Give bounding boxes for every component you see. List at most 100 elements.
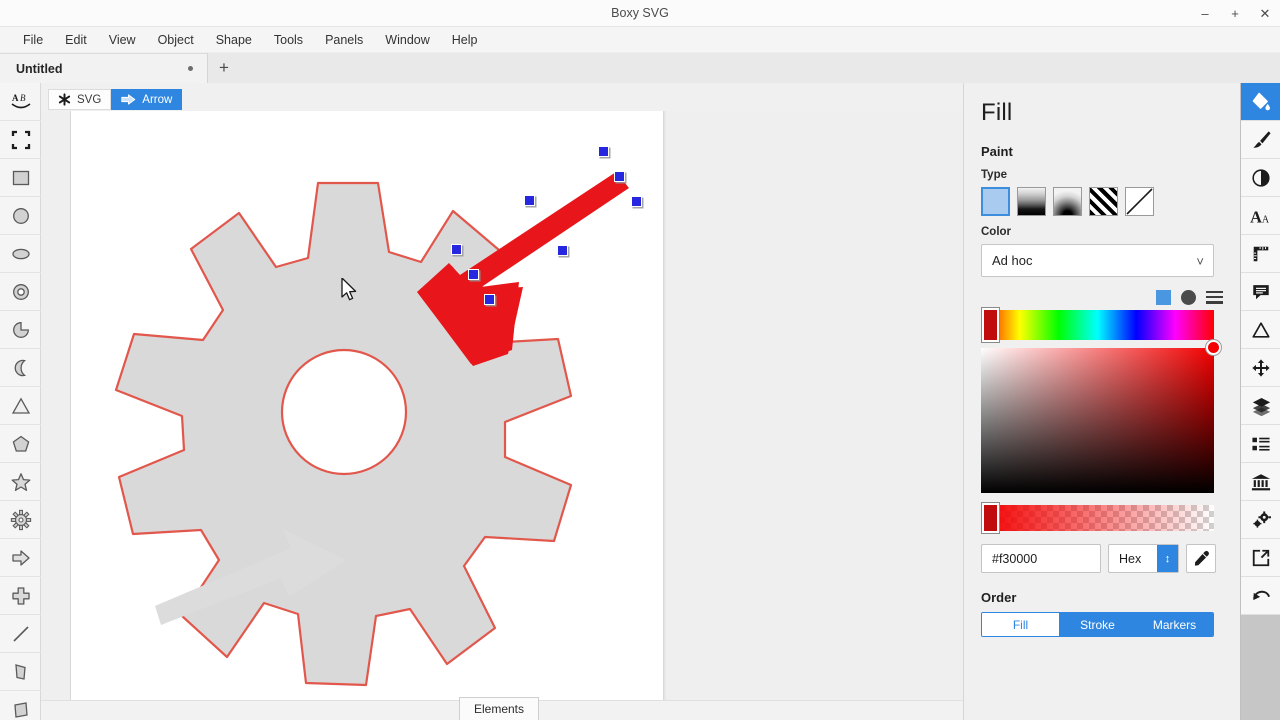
minimize-button[interactable]: – <box>1196 5 1214 23</box>
menu-tools[interactable]: Tools <box>263 30 314 50</box>
color-format-value: Hex <box>1119 551 1142 566</box>
selection-handle[interactable] <box>557 245 568 256</box>
new-tab-button[interactable]: + <box>208 53 240 83</box>
layers-icon <box>1252 397 1270 416</box>
panel-tab-export[interactable] <box>1241 539 1280 577</box>
circle-tool[interactable] <box>0 197 41 235</box>
svg-text:A: A <box>1250 207 1262 226</box>
selection-handle[interactable] <box>598 146 609 157</box>
cross-tool[interactable] <box>0 577 41 615</box>
pie-tool[interactable] <box>0 311 41 349</box>
selection-handle[interactable] <box>614 171 625 182</box>
line-tool[interactable] <box>0 615 41 653</box>
solid-paint-type-swatch[interactable] <box>981 187 1010 216</box>
panel-tab-comments[interactable] <box>1241 273 1280 311</box>
sliders-mode-button[interactable] <box>1206 290 1223 304</box>
list-icon <box>1252 437 1270 451</box>
arrow-right-icon <box>11 549 30 566</box>
triangle-tool[interactable] <box>0 387 41 425</box>
order-option-stroke[interactable]: Stroke <box>1059 613 1136 636</box>
color-source-select[interactable]: Ad hoc ˅ <box>981 244 1214 277</box>
menu-help[interactable]: Help <box>441 30 489 50</box>
pentagon-icon <box>12 435 29 452</box>
document-tab-untitled[interactable]: Untitled <box>0 53 208 83</box>
hex-input[interactable]: #f30000 <box>981 544 1101 573</box>
panel-tab-library[interactable] <box>1241 463 1280 501</box>
arrow-tool[interactable] <box>0 539 41 577</box>
pattern-paint-type-swatch[interactable] <box>1089 187 1118 216</box>
panel-tab-fill[interactable] <box>1241 83 1280 121</box>
panel-tab-history[interactable] <box>1241 577 1280 615</box>
panel-tab-transform[interactable] <box>1241 349 1280 387</box>
selection-handle[interactable] <box>631 196 642 207</box>
menu-file[interactable]: File <box>12 30 54 50</box>
panel-tab-filters[interactable] <box>1241 159 1280 197</box>
panel-tab-geometry[interactable] <box>1241 235 1280 273</box>
comments-icon <box>1253 284 1269 299</box>
text-on-path-tool[interactable]: A B <box>0 83 41 121</box>
selection-handle[interactable] <box>468 269 479 280</box>
eyedropper-button[interactable] <box>1186 544 1216 573</box>
gear-tool[interactable] <box>0 501 41 539</box>
artboard[interactable] <box>70 111 664 700</box>
rectangle-tool[interactable] <box>0 159 41 197</box>
menu-object[interactable]: Object <box>147 30 205 50</box>
menu-view[interactable]: View <box>98 30 147 50</box>
elements-panel-tab[interactable]: Elements <box>459 697 539 720</box>
hue-slider[interactable] <box>981 308 1214 342</box>
hue-slider-thumb[interactable] <box>982 308 999 342</box>
crescent-tool[interactable] <box>0 349 41 387</box>
wheel-mode-button[interactable] <box>1181 289 1196 305</box>
polygon-icon <box>13 701 28 718</box>
quad-icon <box>14 663 26 680</box>
saturation-value-picker[interactable] <box>981 340 1221 493</box>
menu-edit[interactable]: Edit <box>54 30 98 50</box>
breadcrumb-item-arrow[interactable]: Arrow <box>111 89 183 110</box>
panel-tab-stroke[interactable] <box>1241 121 1280 159</box>
order-option-markers[interactable]: Markers <box>1136 613 1213 636</box>
polygon-tool[interactable] <box>0 691 41 720</box>
unsaved-indicator-icon <box>188 66 193 71</box>
sv-black-overlay <box>981 348 1214 493</box>
selection-handle[interactable] <box>524 195 535 206</box>
type-label: Type <box>981 169 1007 181</box>
swatch-mode-button[interactable] <box>1156 289 1171 305</box>
radial-gradient-paint-type-swatch[interactable] <box>1053 187 1082 216</box>
linear-gradient-paint-type-swatch[interactable] <box>1017 187 1046 216</box>
color-format-stepper[interactable]: ↕ <box>1157 545 1178 572</box>
filters-icon <box>1252 168 1270 187</box>
ring-tool[interactable] <box>0 273 41 311</box>
canvas-viewport[interactable] <box>41 111 963 700</box>
order-option-fill[interactable]: Fill <box>982 613 1059 636</box>
color-format-select[interactable]: Hex ↕ <box>1108 544 1179 573</box>
selection-handle[interactable] <box>451 244 462 255</box>
panel-tab-defs[interactable] <box>1241 501 1280 539</box>
breadcrumb-item-svg[interactable]: SVG <box>48 89 112 110</box>
pentagon-tool[interactable] <box>0 425 41 463</box>
selection-handle[interactable] <box>484 294 495 305</box>
panel-tab-shape[interactable] <box>1241 311 1280 349</box>
star-tool[interactable] <box>0 463 41 501</box>
breadcrumb: SVG Arrow <box>41 88 963 111</box>
asterisk-icon <box>58 93 71 106</box>
panel-tab-layers[interactable] <box>1241 387 1280 425</box>
select-frame-tool[interactable] <box>0 121 41 159</box>
panel-tab-elements[interactable] <box>1241 425 1280 463</box>
eyedropper-icon <box>1194 550 1209 566</box>
ellipse-tool[interactable] <box>0 235 41 273</box>
menu-window[interactable]: Window <box>374 30 440 50</box>
saturation-value-thumb[interactable] <box>1206 340 1221 355</box>
alpha-slider[interactable] <box>981 503 1214 533</box>
transform-icon <box>1252 358 1270 377</box>
menu-panels[interactable]: Panels <box>314 30 374 50</box>
close-button[interactable]: ✕ <box>1256 5 1274 23</box>
maximize-button[interactable]: + <box>1226 5 1244 23</box>
menu-shape[interactable]: Shape <box>205 30 263 50</box>
document-tab-label: Untitled <box>16 61 63 76</box>
undo-history-icon <box>1252 590 1270 600</box>
export-icon <box>1252 549 1270 566</box>
quad-tool[interactable] <box>0 653 41 691</box>
none-paint-type-swatch[interactable] <box>1125 187 1154 216</box>
alpha-slider-thumb[interactable] <box>982 503 999 533</box>
panel-tab-typography[interactable]: A A <box>1241 197 1280 235</box>
